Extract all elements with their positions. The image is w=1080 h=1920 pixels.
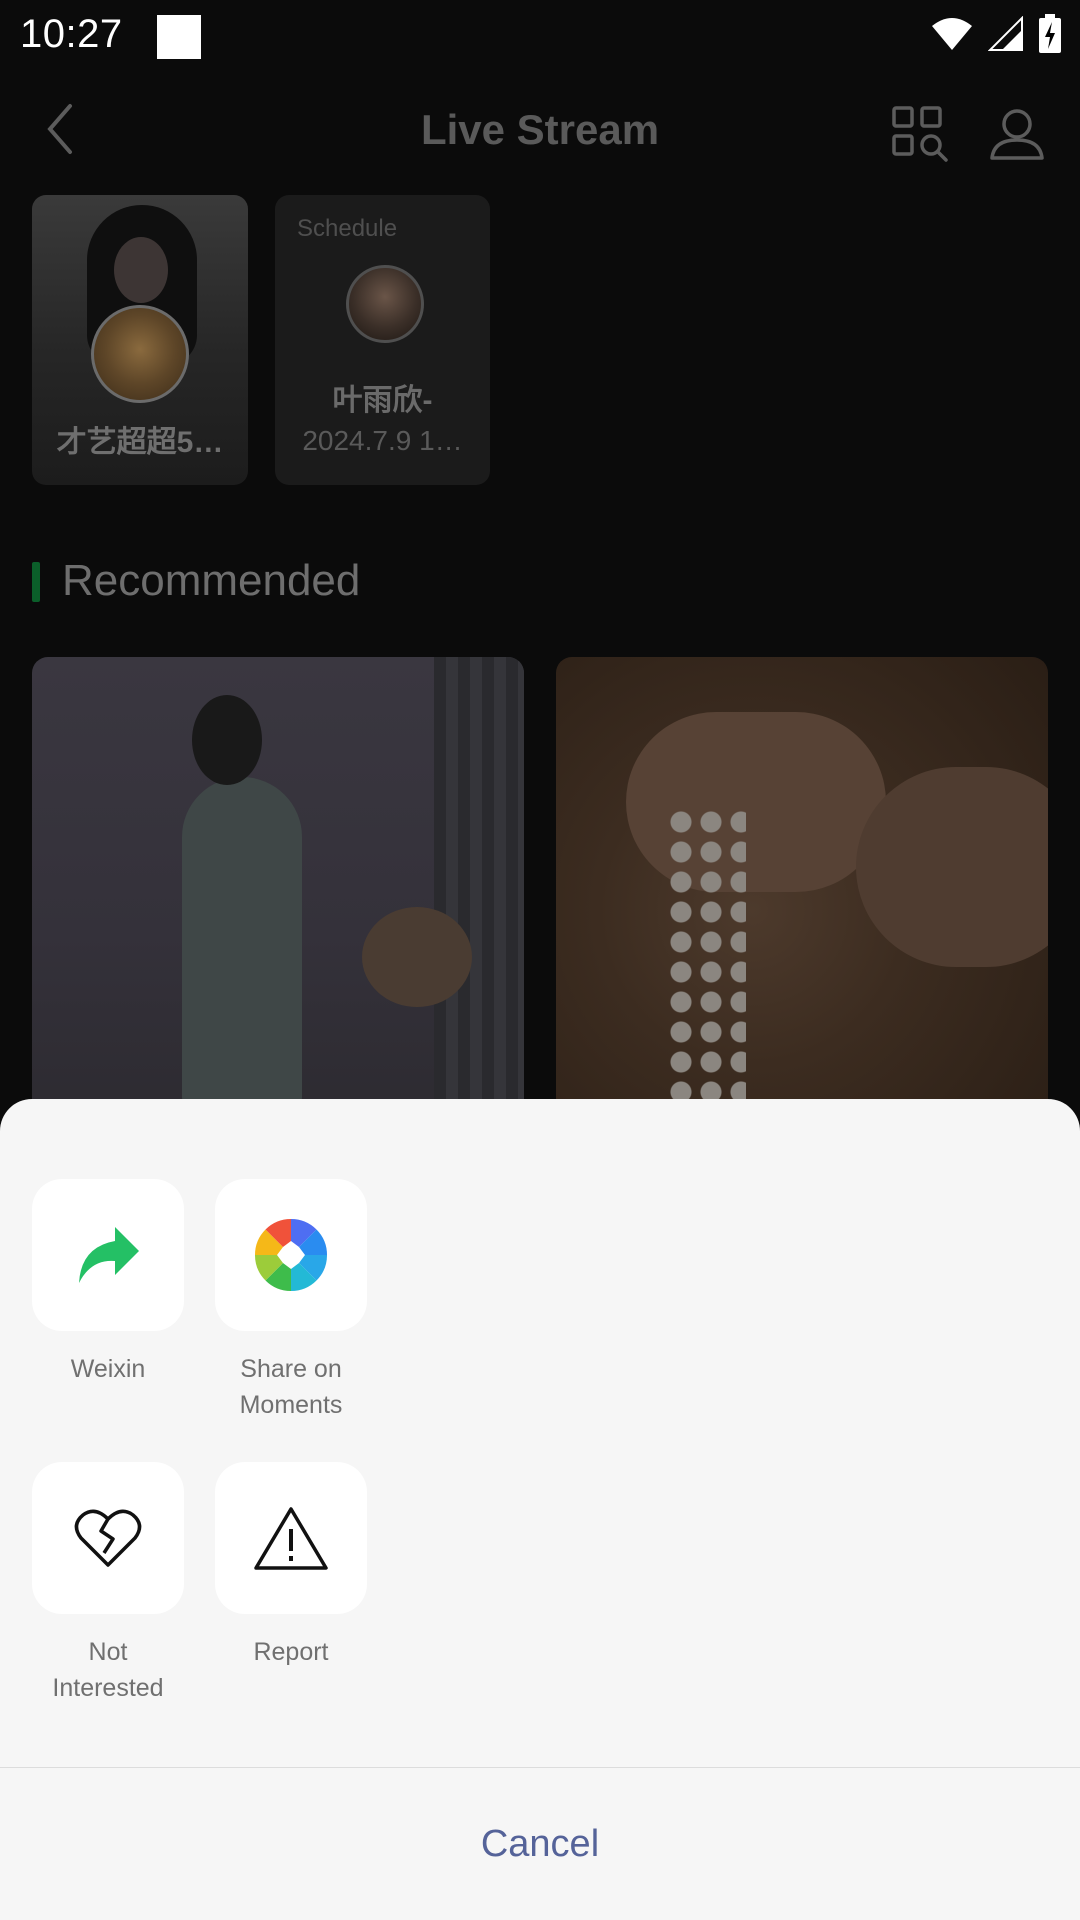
grid-search-icon <box>892 106 948 162</box>
report-button[interactable]: Report <box>215 1462 367 1670</box>
stream-thumbnail[interactable] <box>556 657 1048 1117</box>
notification-square-icon <box>157 15 201 59</box>
share-arrow-icon <box>79 1227 139 1283</box>
live-card[interactable]: 才艺超超5… <box>32 195 248 485</box>
search-grid-button[interactable] <box>890 104 950 164</box>
stream-thumbnail[interactable] <box>32 657 524 1117</box>
wifi-icon <box>932 18 972 50</box>
streamer-face <box>114 237 168 303</box>
streamer-name: 叶雨欣- <box>332 384 433 417</box>
schedule-time: 2024.7.9 1… <box>302 425 463 456</box>
avatar <box>91 305 189 403</box>
not-interested-tile[interactable] <box>32 1462 184 1614</box>
avatar <box>346 265 424 343</box>
streamer-name: 才艺超超5… <box>56 426 224 459</box>
cancel-button[interactable]: Cancel <box>0 1768 1080 1920</box>
broken-heart-icon <box>74 1509 142 1567</box>
share-moments-button[interactable]: Share on Moments <box>215 1179 367 1423</box>
section-accent-bar <box>32 562 40 602</box>
share-weixin-tile[interactable] <box>32 1179 184 1331</box>
share-weixin-button[interactable]: Weixin <box>32 1179 184 1387</box>
header: Live Stream <box>0 76 1080 186</box>
hand-image <box>856 767 1048 967</box>
user-icon <box>990 109 1044 160</box>
status-time: 10:27 <box>20 12 123 56</box>
moments-aperture-icon <box>254 1218 328 1292</box>
singer-head-image <box>192 695 262 785</box>
scheduled-card[interactable]: Schedule 叶雨欣- 2024.7.9 1… <box>275 195 490 485</box>
section-title: Recommended <box>62 556 361 605</box>
profile-button[interactable] <box>988 104 1046 164</box>
schedule-label: Schedule <box>297 215 398 242</box>
curtain-image <box>434 657 524 1117</box>
status-icons <box>930 14 1062 54</box>
share-moments-tile[interactable] <box>215 1179 367 1331</box>
singer-image <box>182 777 302 1117</box>
report-tile[interactable] <box>215 1462 367 1614</box>
signal-icon <box>988 16 1023 51</box>
warning-triangle-icon <box>254 1507 328 1570</box>
status-bar: 10:27 <box>0 0 1080 76</box>
pearls-image <box>666 807 746 1117</box>
action-label: Share on Moments <box>239 1355 343 1419</box>
battery-charging-icon <box>1039 14 1061 53</box>
action-label: Weixin <box>70 1355 146 1383</box>
action-label: Not Interested <box>52 1638 164 1702</box>
hand-image <box>626 712 886 892</box>
share-sheet: Weixin Share on Moments Not Interested R… <box>0 1099 1080 1920</box>
flowers-image <box>362 907 472 1007</box>
not-interested-button[interactable]: Not Interested <box>32 1462 184 1706</box>
action-label: Report <box>253 1638 329 1666</box>
